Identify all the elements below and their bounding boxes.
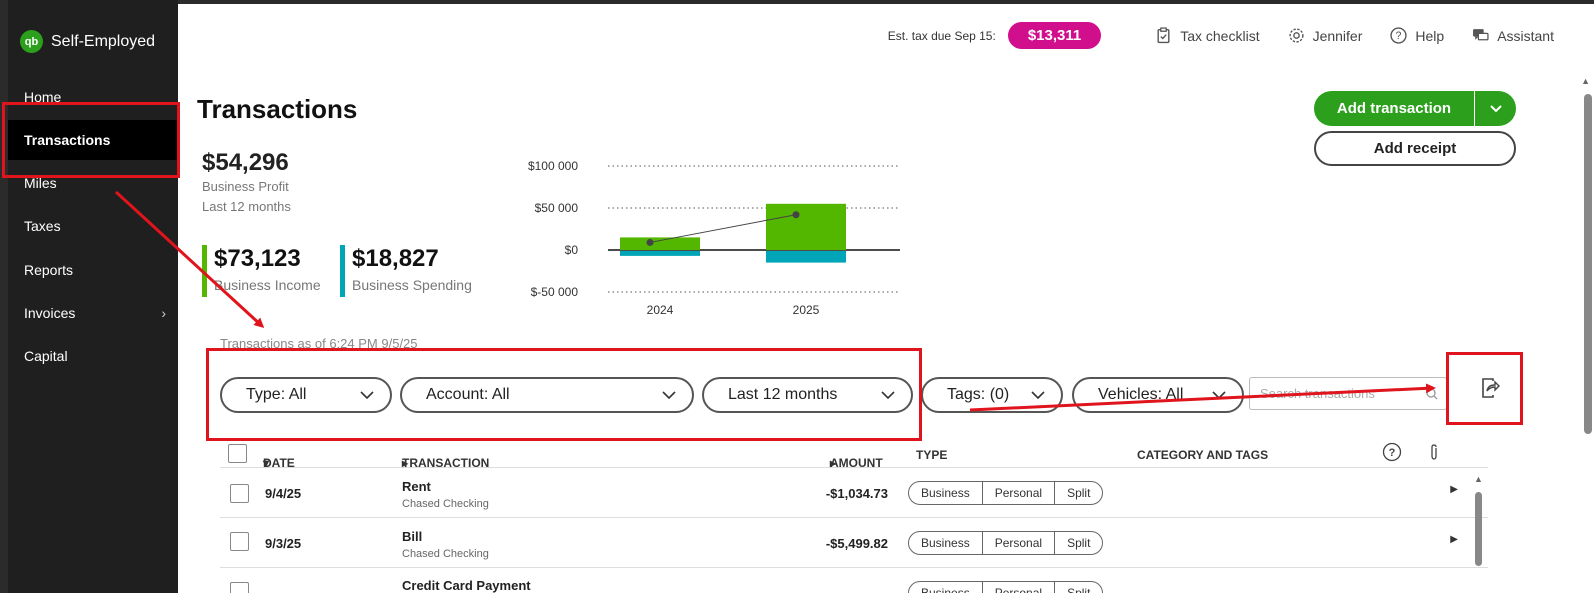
annotation-arrow-to-export bbox=[969, 383, 1436, 412]
annotation-arrows bbox=[114, 190, 1436, 412]
annotation-arrow-to-filters bbox=[114, 190, 265, 329]
